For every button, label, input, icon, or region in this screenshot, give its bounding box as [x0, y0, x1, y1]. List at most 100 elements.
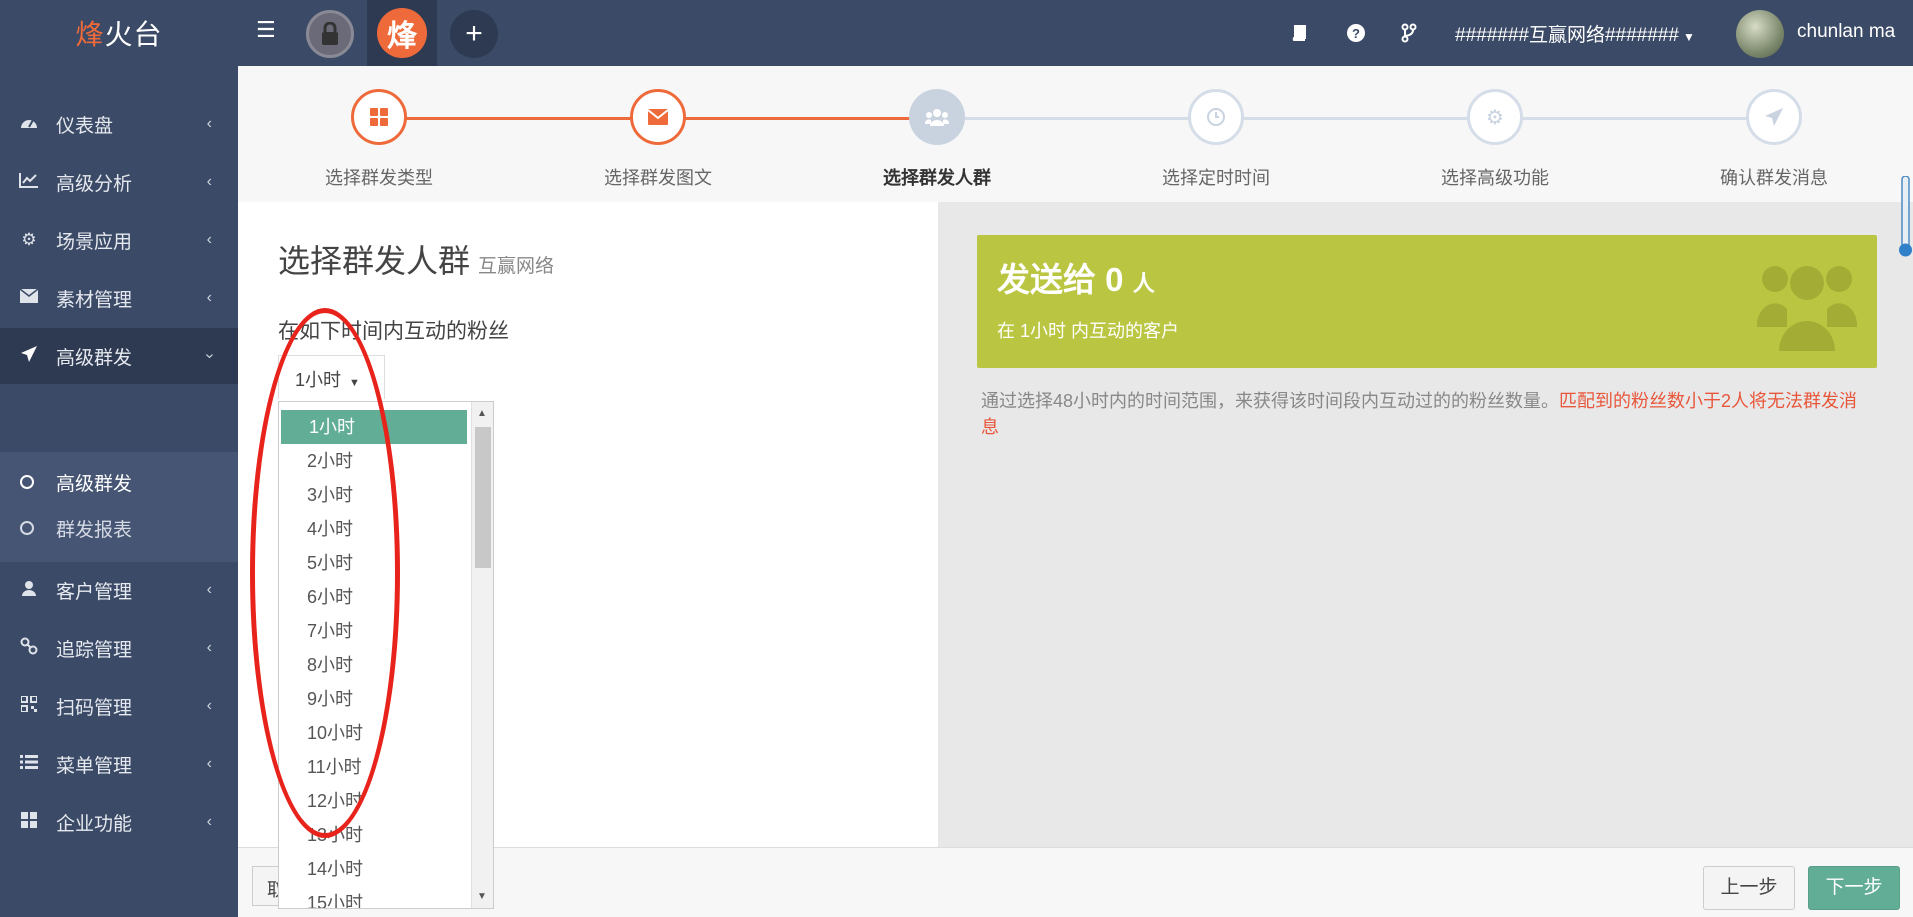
step-6-label[interactable]: 确认群发消息	[1674, 164, 1874, 190]
sidebar-item-label: 追踪管理	[56, 639, 133, 661]
step-4-label[interactable]: 选择定时时间	[1116, 164, 1316, 190]
dropdown-option[interactable]: 1小时	[281, 410, 467, 444]
sidebar-item-customers[interactable]: 客户管理 ‹	[0, 562, 238, 618]
sidebar-item-qrcode[interactable]: 扫码管理 ‹	[0, 678, 238, 734]
sidebar-subitem-report[interactable]: 群发报表	[0, 508, 238, 548]
dropdown-option[interactable]: 9小时	[279, 682, 467, 716]
send-count: 0	[1105, 261, 1124, 298]
scrollbar-thumb[interactable]	[475, 427, 491, 568]
dropdown-option[interactable]: 5小时	[279, 546, 467, 580]
sidebar-item-label: 素材管理	[56, 289, 133, 311]
grid-icon	[370, 108, 388, 126]
users-icon	[925, 109, 949, 126]
sidebar-item-menus[interactable]: 菜单管理 ‹	[0, 736, 238, 792]
sidebar-item-enterprise[interactable]: 企业功能 ‹	[0, 794, 238, 850]
hint-text: 通过选择48小时内的时间范围，来获得该时间段内互动过的的粉丝数量。匹配到的粉丝数…	[981, 388, 1871, 440]
step-5-circle[interactable]: ⚙	[1467, 89, 1523, 145]
interaction-time-dropdown[interactable]: 1小时 2小时 3小时 4小时 5小时 6小时 7小时 8小时 9小时 10小时…	[278, 401, 494, 909]
chevron-left-icon: ‹	[206, 639, 212, 656]
chevron-left-icon: ‹	[206, 813, 212, 830]
dropdown-option[interactable]: 2小时	[279, 444, 467, 478]
step-6-circle[interactable]	[1746, 89, 1802, 145]
top-navbar: 烽火台 ☰ 烽 + ? #######互赢网络####### ▼ chunlan …	[0, 0, 1913, 66]
add-app-icon[interactable]: +	[450, 10, 498, 58]
step-3-circle[interactable]	[909, 89, 965, 145]
select-value: 1小时	[295, 370, 342, 390]
scroll-up-icon[interactable]: ▲	[477, 408, 487, 419]
sidebar-item-label: 仪表盘	[56, 115, 114, 137]
sidebar-item-label: 场景应用	[56, 231, 133, 253]
sidebar: 仪表盘 ‹ 高级分析 ‹ ⚙ 场景应用 ‹ 素材管理 ‹ 高级群发 ‹ 高级群发	[0, 66, 238, 917]
circle-icon	[20, 475, 34, 489]
dropdown-option[interactable]: 13小时	[279, 818, 467, 852]
scroll-down-icon[interactable]: ▼	[477, 891, 487, 902]
envelope-icon	[18, 288, 40, 308]
clock-icon	[1207, 108, 1225, 126]
gear-icon: ⚙	[1486, 106, 1504, 129]
summary-panel: 发送给 0 人 在 1小时 内互动的客户 通过选择48小时内的时间范围，来获得该…	[938, 202, 1913, 847]
line-chart-icon	[18, 172, 40, 193]
circle-icon	[20, 521, 34, 535]
interaction-time-select[interactable]: 1小时 ▼	[278, 355, 385, 399]
sidebar-item-tracking[interactable]: 追踪管理 ‹	[0, 620, 238, 676]
dropdown-scrollbar[interactable]: ▲ ▼	[471, 402, 493, 908]
brand-app-tab[interactable]: 烽	[367, 0, 437, 66]
step-5-label[interactable]: 选择高级功能	[1395, 164, 1595, 190]
chevron-left-icon: ‹	[206, 289, 212, 306]
previous-step-button[interactable]: 上一步	[1703, 866, 1795, 910]
branch-icon[interactable]	[1398, 22, 1420, 44]
dropdown-option[interactable]: 7小时	[279, 614, 467, 648]
dashboard-icon	[18, 114, 40, 135]
sidebar-item-analysis[interactable]: 高级分析 ‹	[0, 154, 238, 210]
caret-down-icon: ▼	[349, 377, 360, 389]
sidebar-subitem-mass-send[interactable]: 高级群发	[0, 462, 238, 502]
chevron-left-icon: ‹	[206, 231, 212, 248]
send-count-title: 发送给 0 人	[997, 253, 1155, 301]
sidebar-item-mass-send[interactable]: 高级群发 ‹	[0, 328, 238, 384]
dropdown-option[interactable]: 8小时	[279, 648, 467, 682]
dropdown-option[interactable]: 12小时	[279, 784, 467, 818]
step-3-label[interactable]: 选择群发人群	[837, 164, 1037, 190]
username[interactable]: chunlan ma	[1797, 21, 1895, 43]
dropdown-option[interactable]: 14小时	[279, 852, 467, 886]
list-icon	[18, 754, 40, 774]
lock-app-icon[interactable]	[306, 10, 354, 58]
menu-toggle-icon[interactable]: ☰	[256, 19, 276, 41]
dropdown-option[interactable]: 3小时	[279, 478, 467, 512]
next-step-button[interactable]: 下一步	[1808, 866, 1900, 910]
app-logo[interactable]: 烽火台	[0, 0, 238, 66]
step-4-circle[interactable]	[1188, 89, 1244, 145]
sidebar-item-label: 菜单管理	[56, 755, 133, 777]
step-2-circle[interactable]	[630, 89, 686, 145]
chevron-left-icon: ‹	[206, 173, 212, 190]
dropdown-option[interactable]: 11小时	[279, 750, 467, 784]
page-subtitle: 互赢网络	[478, 256, 555, 277]
users-icon	[1757, 266, 1857, 351]
logo-accent: 烽	[75, 19, 105, 50]
step-1-label[interactable]: 选择群发类型	[279, 164, 479, 190]
chevron-down-icon: ‹	[200, 353, 218, 359]
chevron-left-icon: ‹	[206, 581, 212, 598]
dropdown-option[interactable]: 6小时	[279, 580, 467, 614]
dropdown-option[interactable]: 10小时	[279, 716, 467, 750]
interaction-time-label: 在如下时间内互动的粉丝	[278, 320, 509, 343]
step-1-circle[interactable]	[351, 89, 407, 145]
org-dropdown[interactable]: #######互赢网络####### ▼	[1455, 20, 1695, 47]
help-icon[interactable]: ?	[1345, 22, 1367, 44]
dropdown-option[interactable]: 15小时	[279, 886, 467, 908]
avatar[interactable]	[1736, 10, 1784, 58]
sidebar-item-materials[interactable]: 素材管理 ‹	[0, 270, 238, 326]
sidebar-item-dashboard[interactable]: 仪表盘 ‹	[0, 96, 238, 152]
step-2-label[interactable]: 选择群发图文	[558, 164, 758, 190]
brand-icon: 烽	[377, 8, 427, 58]
sidebar-item-scenes[interactable]: ⚙ 场景应用 ‹	[0, 212, 238, 268]
qrcode-icon	[18, 694, 40, 717]
send-count-subtitle: 在 1小时 内互动的客户	[997, 321, 1180, 341]
envelope-icon	[648, 109, 668, 125]
page-title: 选择群发人群 互赢网络	[278, 236, 554, 282]
send-count-card: 发送给 0 人 在 1小时 内互动的客户	[977, 235, 1877, 368]
chevron-left-icon: ‹	[206, 115, 212, 132]
paper-plane-icon	[1765, 108, 1783, 126]
dropdown-option[interactable]: 4小时	[279, 512, 467, 546]
book-icon[interactable]	[1288, 22, 1310, 44]
